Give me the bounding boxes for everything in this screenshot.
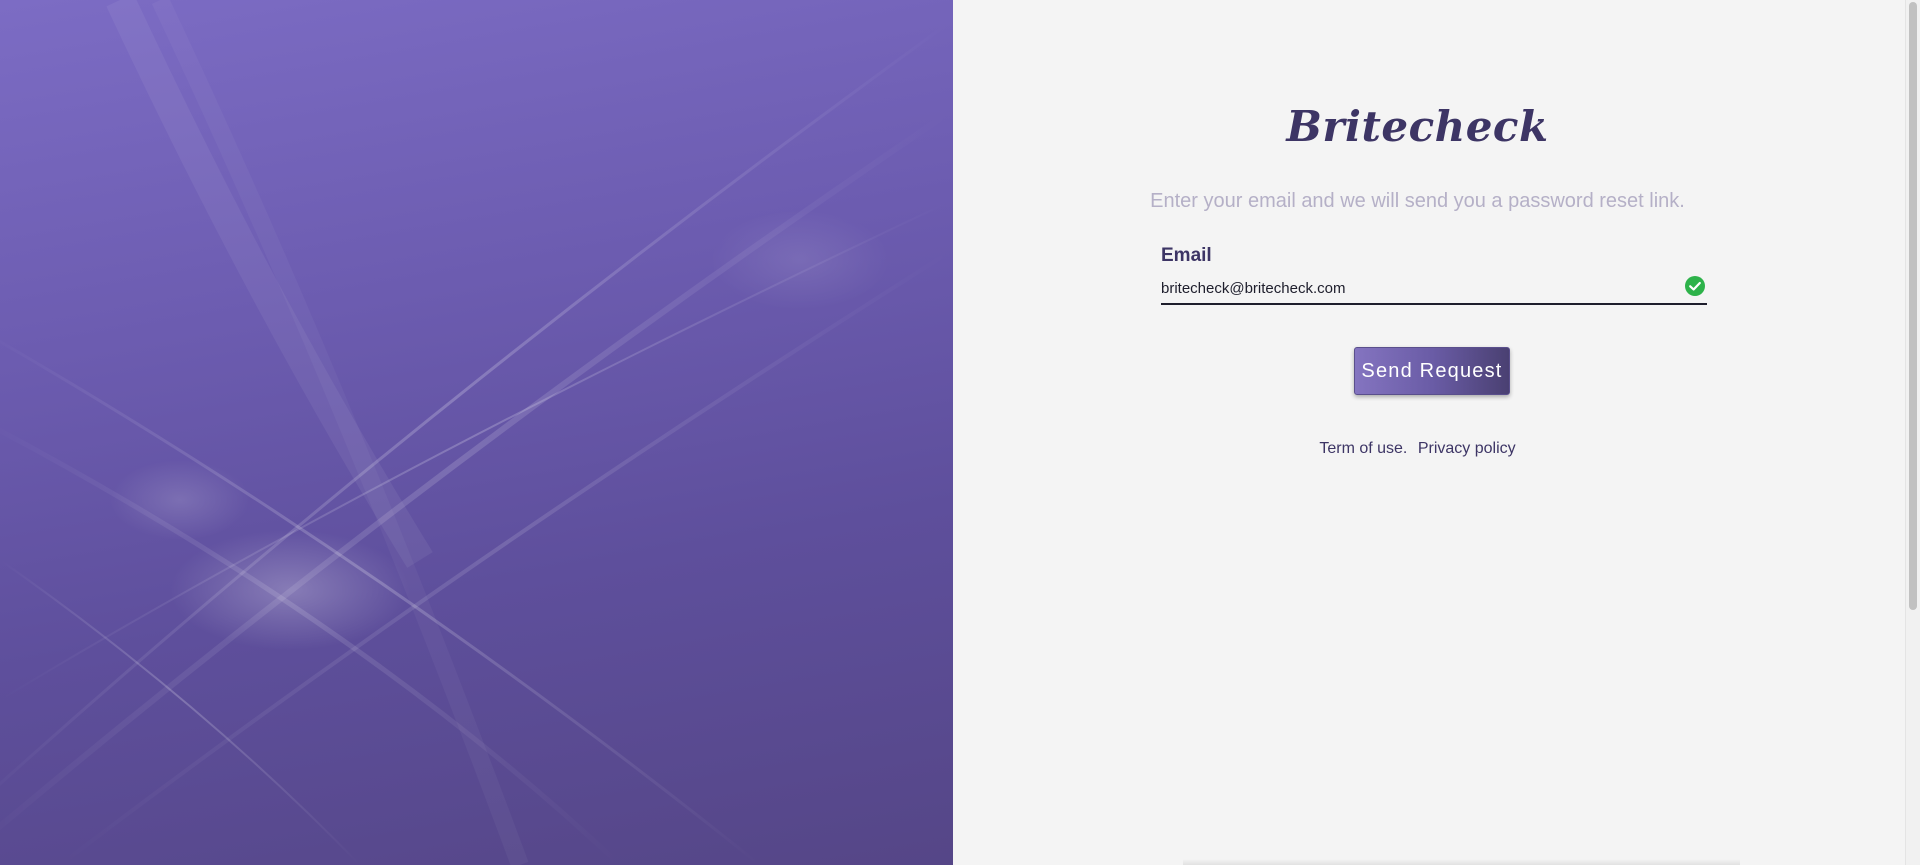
light-streaks-decoration xyxy=(0,0,953,865)
password-reset-page: Britecheck Enter your email and we will … xyxy=(0,0,1920,865)
brand-logo: Britecheck xyxy=(1286,102,1549,151)
reset-form-panel: Britecheck Enter your email and we will … xyxy=(953,0,1920,865)
vertical-scrollbar[interactable] xyxy=(1905,0,1920,865)
reset-instructions: Enter your email and we will send you a … xyxy=(1150,190,1685,212)
email-input[interactable] xyxy=(1161,275,1661,299)
check-circle-icon xyxy=(1685,276,1705,296)
footer-links: Term of use. Privacy policy xyxy=(953,440,1882,458)
terms-of-use-link[interactable]: Term of use. xyxy=(1319,440,1407,457)
privacy-policy-link[interactable]: Privacy policy xyxy=(1418,440,1516,457)
bottom-edge-shadow xyxy=(1183,859,1740,865)
email-input-wrapper xyxy=(1161,275,1707,305)
scrollbar-thumb[interactable] xyxy=(1909,2,1917,610)
email-field-group: Email xyxy=(1161,245,1707,305)
email-label: Email xyxy=(1161,245,1212,266)
hero-background-panel xyxy=(0,0,953,865)
send-request-button[interactable]: Send Request xyxy=(1354,347,1510,395)
